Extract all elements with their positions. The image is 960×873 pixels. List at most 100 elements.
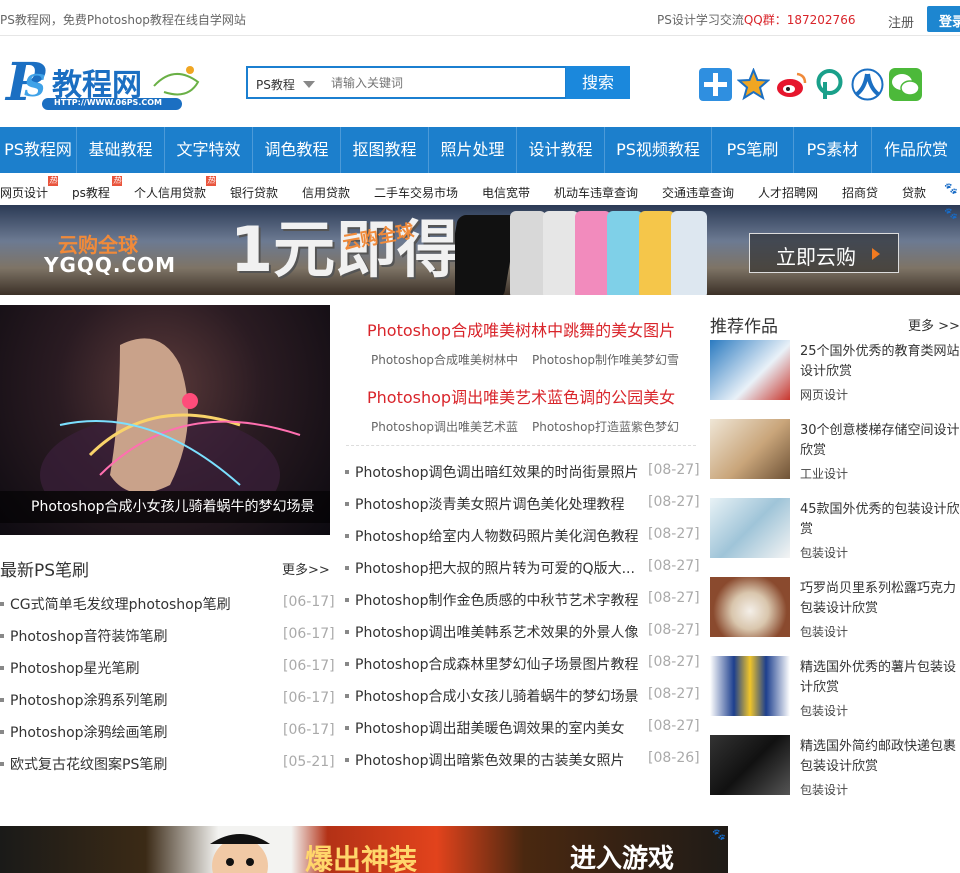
search-category-select[interactable]: PS教程: [246, 66, 324, 99]
nav-item-photo[interactable]: 照片处理: [429, 127, 517, 173]
headline-sub-link[interactable]: Photoshop合成唯美树林中: [371, 351, 518, 368]
subnav-link[interactable]: 交通违章查询: [662, 184, 734, 201]
nav-item-color[interactable]: 调色教程: [253, 127, 341, 173]
recommend-category[interactable]: 包装设计: [800, 544, 848, 561]
list-item[interactable]: Photoshop调出唯美韩系艺术效果的外景人像 [08-27]: [345, 619, 700, 651]
list-item-title[interactable]: Photoshop音符装饰笔刷: [10, 626, 168, 646]
recommend-category[interactable]: 网页设计: [800, 386, 848, 403]
list-item[interactable]: Photoshop涂鸦系列笔刷 [06-17]: [0, 687, 335, 719]
list-item[interactable]: Photoshop音符装饰笔刷 [06-17]: [0, 623, 335, 655]
recommend-item[interactable]: 精选国外优秀的薯片包装设计欣赏 包装设计: [710, 656, 960, 722]
subnav-link[interactable]: 信用贷款: [302, 184, 350, 201]
subnav-link[interactable]: 个人信用贷款: [134, 184, 206, 201]
wechat-icon[interactable]: [889, 68, 922, 101]
list-item[interactable]: Photoshop合成森林里梦幻仙子场景图片教程 [08-27]: [345, 651, 700, 683]
headline-sub-link[interactable]: Photoshop打造蓝紫色梦幻: [532, 418, 679, 435]
list-item-title[interactable]: Photoshop涂鸦绘画笔刷: [10, 722, 168, 742]
recommend-item[interactable]: 45款国外优秀的包装设计欣赏 包装设计: [710, 498, 960, 564]
plus-icon[interactable]: [699, 68, 732, 101]
game-ad-banner[interactable]: 爆出神装 进入游戏 🐾: [0, 826, 728, 873]
list-item-title[interactable]: Photoshop调出暗紫色效果的古装美女照片: [355, 750, 625, 770]
recommend-item[interactable]: 精选国外简约邮政快递包裹包装设计欣赏 包装设计: [710, 735, 960, 801]
list-item[interactable]: Photoshop淡青美女照片调色美化处理教程 [08-27]: [345, 491, 700, 523]
recommend-item[interactable]: 30个创意楼梯存储空间设计欣赏 工业设计: [710, 419, 960, 485]
nav-item-brush[interactable]: PS笔刷: [712, 127, 794, 173]
subnav-link[interactable]: 二手车交易市场: [374, 184, 458, 201]
headline-sub-link[interactable]: Photoshop制作唯美梦幻雪: [532, 351, 679, 368]
list-item[interactable]: Photoshop调出暗紫色效果的古装美女照片 [08-26]: [345, 747, 700, 779]
thumbnail[interactable]: [710, 340, 790, 400]
register-link[interactable]: 注册: [888, 12, 914, 31]
site-logo[interactable]: P S 教程网 HTTP://WWW.06PS.COM: [4, 52, 214, 113]
list-item-title[interactable]: Photoshop调出唯美韩系艺术效果的外景人像: [355, 622, 639, 642]
subnav-link[interactable]: 贷款: [902, 184, 926, 201]
headline-link[interactable]: Photoshop调出唯美艺术蓝色调的公园美女: [367, 384, 675, 408]
recommend-category[interactable]: 包装设计: [800, 781, 848, 798]
list-item[interactable]: Photoshop调出甜美暖色调效果的室内美女 [08-27]: [345, 715, 700, 747]
list-item-title[interactable]: Photoshop涂鸦系列笔刷: [10, 690, 168, 710]
slide-caption[interactable]: Photoshop合成小女孩儿骑着蜗牛的梦幻场景: [0, 491, 330, 523]
list-item-title[interactable]: Photoshop制作金色质感的中秋节艺术字教程: [355, 590, 639, 610]
thumbnail[interactable]: [710, 577, 790, 637]
star-icon[interactable]: [736, 67, 771, 101]
list-item[interactable]: Photoshop调色调出暗红效果的时尚街景照片 [08-27]: [345, 459, 700, 491]
subnav-link[interactable]: 电信宽带: [482, 184, 530, 201]
recommend-category[interactable]: 包装设计: [800, 623, 848, 640]
featured-slider[interactable]: Photoshop合成小女孩儿骑着蜗牛的梦幻场景: [0, 305, 330, 535]
thumbnail[interactable]: [710, 498, 790, 558]
buy-now-button[interactable]: 立即云购: [749, 233, 899, 273]
thumbnail[interactable]: [710, 656, 790, 716]
nav-item-text-effects[interactable]: 文字特效: [165, 127, 253, 173]
login-button[interactable]: 登录: [927, 6, 960, 32]
subnav-link[interactable]: 人才招聘网: [758, 184, 818, 201]
list-item-title[interactable]: Photoshop淡青美女照片调色美化处理教程: [355, 494, 625, 514]
list-item[interactable]: Photoshop制作金色质感的中秋节艺术字教程 [08-27]: [345, 587, 700, 619]
recommend-item[interactable]: 巧罗尚贝里系列松露巧克力包装设计欣赏 包装设计: [710, 577, 960, 643]
thumbnail[interactable]: [710, 419, 790, 479]
subnav-link[interactable]: 机动车违章查询: [554, 184, 638, 201]
renren-icon[interactable]: [851, 68, 884, 101]
subnav-link[interactable]: ps教程: [72, 184, 110, 201]
list-item-title[interactable]: Photoshop调出甜美暖色调效果的室内美女: [355, 718, 625, 738]
weibo-icon[interactable]: [775, 68, 808, 101]
nav-item-design[interactable]: 设计教程: [517, 127, 605, 173]
list-item-title[interactable]: 欧式复古花纹图案PS笔刷: [10, 754, 167, 774]
recommend-title[interactable]: 30个创意楼梯存储空间设计欣赏: [800, 421, 960, 461]
list-item[interactable]: Photoshop涂鸦绘画笔刷 [06-17]: [0, 719, 335, 751]
list-item-title[interactable]: CG式简单毛发纹理photoshop笔刷: [10, 594, 231, 614]
qq-number[interactable]: QQ群：187202766: [744, 13, 856, 27]
recommend-title[interactable]: 精选国外简约邮政快递包裹包装设计欣赏: [800, 737, 960, 777]
more-link[interactable]: 更多 >>: [908, 315, 960, 334]
list-item[interactable]: CG式简单毛发纹理photoshop笔刷 [06-17]: [0, 591, 335, 623]
list-item[interactable]: 欧式复古花纹图案PS笔刷 [05-21]: [0, 751, 335, 783]
enter-game-button[interactable]: 进入游戏: [570, 838, 674, 873]
banner-ad[interactable]: 🐾 云购全球 YGQQ.COM 1元即得 云购全球 立即云购: [0, 205, 960, 295]
list-item-title[interactable]: Photoshop星光笔刷: [10, 658, 140, 678]
nav-item-basic[interactable]: 基础教程: [77, 127, 165, 173]
thumbnail[interactable]: [710, 735, 790, 795]
headline-link[interactable]: Photoshop合成唯美树林中跳舞的美女图片: [367, 317, 675, 341]
subnav-link[interactable]: 招商贷: [842, 184, 878, 201]
recommend-title[interactable]: 25个国外优秀的教育类网站设计欣赏: [800, 342, 960, 382]
list-item[interactable]: Photoshop合成小女孩儿骑着蜗牛的梦幻场景 [08-27]: [345, 683, 700, 715]
list-item-title[interactable]: Photoshop合成小女孩儿骑着蜗牛的梦幻场景: [355, 686, 639, 706]
recommend-item[interactable]: 25个国外优秀的教育类网站设计欣赏 网页设计: [710, 340, 960, 406]
list-item-title[interactable]: Photoshop调色调出暗红效果的时尚街景照片: [355, 462, 639, 482]
nav-item-cutout[interactable]: 抠图教程: [341, 127, 429, 173]
nav-item-home[interactable]: PS教程网: [0, 127, 77, 173]
recommend-category[interactable]: 工业设计: [800, 465, 848, 482]
recommend-title[interactable]: 45款国外优秀的包装设计欣赏: [800, 500, 960, 540]
search-input[interactable]: [323, 66, 567, 99]
list-item-title[interactable]: Photoshop给室内人物数码照片美化润色教程: [355, 526, 639, 546]
nav-item-works[interactable]: 作品欣赏: [872, 127, 960, 173]
list-item[interactable]: Photoshop把大叔的照片转为可爱的Q版大... [08-27]: [345, 555, 700, 587]
recommend-title[interactable]: 精选国外优秀的薯片包装设计欣赏: [800, 658, 960, 698]
list-item-title[interactable]: Photoshop把大叔的照片转为可爱的Q版大...: [355, 558, 635, 578]
subnav-link[interactable]: 网页设计: [0, 184, 48, 201]
nav-item-material[interactable]: PS素材: [794, 127, 872, 173]
recommend-title[interactable]: 巧罗尚贝里系列松露巧克力包装设计欣赏: [800, 579, 960, 619]
search-button[interactable]: 搜索: [566, 66, 630, 99]
more-link[interactable]: 更多>>: [282, 559, 330, 578]
nav-item-video[interactable]: PS视频教程: [605, 127, 712, 173]
headline-sub-link[interactable]: Photoshop调出唯美艺术蓝: [371, 418, 518, 435]
